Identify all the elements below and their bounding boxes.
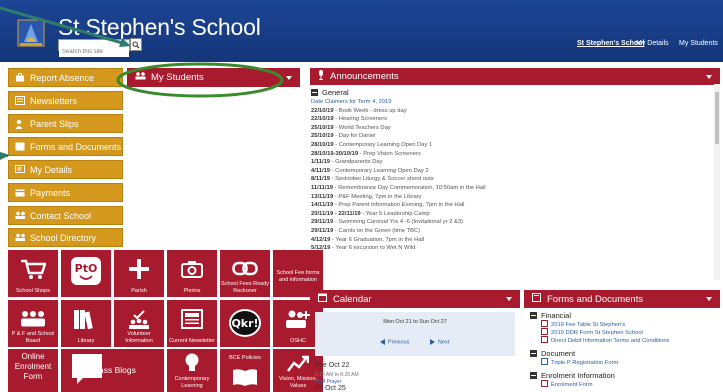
- highlight-ring: [116, 62, 284, 98]
- annotation-overlay: [0, 6, 284, 160]
- annotation-arrow: [0, 6, 127, 46]
- arrowhead-icon: [119, 38, 131, 47]
